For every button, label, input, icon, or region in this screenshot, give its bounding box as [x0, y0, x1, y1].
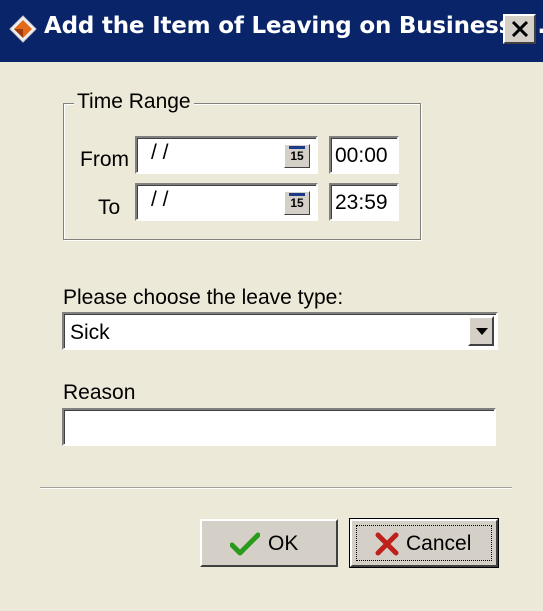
to-label: To	[98, 196, 121, 219]
window-title: Add the Item of Leaving on Business/...	[44, 13, 543, 39]
leave-type-value: Sick	[70, 321, 110, 344]
app-icon	[9, 15, 37, 43]
from-time-value: 00:00	[335, 144, 388, 167]
calendar-icon: 15	[289, 146, 305, 163]
chevron-down-icon	[476, 328, 488, 335]
ok-button[interactable]: OK	[200, 519, 338, 567]
from-time-field[interactable]: 00:00	[329, 136, 399, 174]
reason-input[interactable]	[62, 408, 496, 446]
to-date-value: / /	[151, 188, 169, 211]
to-calendar-button[interactable]: 15	[284, 191, 310, 215]
from-date-picker[interactable]: / / 15	[135, 136, 318, 174]
dialog-body: Time Range From / / 15 00:00 To / / 15 2…	[0, 62, 543, 611]
checkmark-icon	[230, 532, 260, 556]
close-button[interactable]	[503, 14, 536, 44]
ok-label: OK	[268, 532, 299, 555]
cancel-label: Cancel	[406, 532, 472, 555]
cancel-button[interactable]: Cancel	[349, 518, 499, 568]
leave-type-select[interactable]: Sick	[62, 312, 498, 350]
title-bar[interactable]: Add the Item of Leaving on Business/...	[0, 0, 543, 62]
reason-label: Reason	[63, 381, 136, 404]
from-label: From	[80, 148, 129, 171]
close-icon	[511, 21, 529, 37]
leave-type-label: Please choose the leave type:	[63, 286, 344, 309]
to-time-field[interactable]: 23:59	[329, 183, 399, 221]
separator	[40, 487, 512, 489]
to-date-picker[interactable]: / / 15	[135, 183, 318, 221]
to-time-value: 23:59	[335, 191, 388, 214]
from-date-value: / /	[151, 141, 169, 164]
leave-type-dropdown-button[interactable]	[468, 316, 494, 346]
calendar-icon: 15	[289, 193, 305, 210]
time-range-legend: Time Range	[74, 90, 194, 114]
cross-icon	[375, 532, 399, 556]
from-calendar-button[interactable]: 15	[284, 144, 310, 168]
